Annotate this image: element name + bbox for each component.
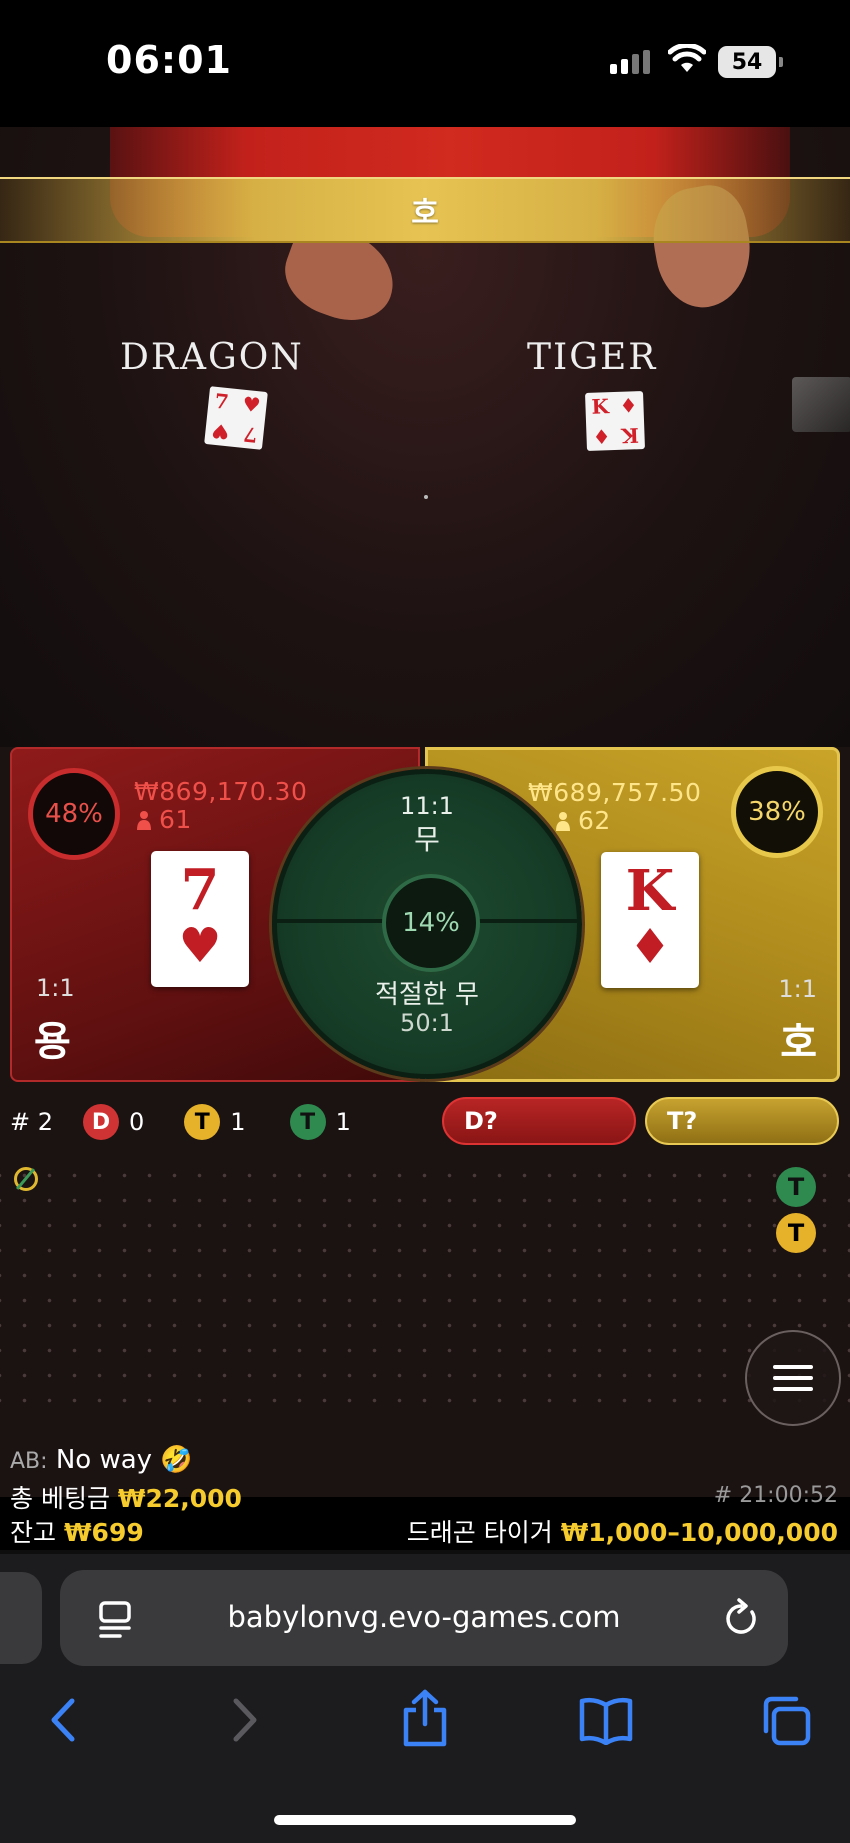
round-stats: # 2 D 0 T 1 T 1 bbox=[10, 1102, 351, 1142]
bookmarks-icon[interactable] bbox=[578, 1695, 634, 1745]
tiger-wins: 1 bbox=[230, 1108, 246, 1136]
browser-separator bbox=[0, 1550, 850, 1554]
tie-badge: T bbox=[289, 1104, 326, 1140]
suited-tie-odds: 50:1 bbox=[400, 1009, 454, 1037]
result-text: 호 bbox=[411, 196, 439, 231]
chat-user: AB: bbox=[10, 1449, 48, 1474]
back-icon[interactable] bbox=[46, 1695, 80, 1745]
dragon-name: 용 bbox=[34, 1019, 71, 1065]
dragon-wins: 0 bbox=[129, 1108, 145, 1136]
tiger-badge: T bbox=[184, 1104, 221, 1140]
chat-text: No way 🤣 bbox=[55, 1445, 193, 1475]
tie-percent: 14% bbox=[382, 874, 480, 972]
tiger-table-label: TIGER bbox=[527, 337, 658, 378]
tiger-name: 호 bbox=[780, 1020, 817, 1066]
total-bet-label: 총 베팅금 bbox=[10, 1484, 110, 1513]
menu-button[interactable] bbox=[745, 1330, 841, 1426]
dragon-card: 7 ♥ bbox=[151, 851, 249, 987]
wifi-icon bbox=[668, 44, 706, 72]
road-toggle-icon[interactable] bbox=[14, 1167, 38, 1191]
dragon-badge: D bbox=[83, 1104, 120, 1140]
home-indicator bbox=[274, 1815, 576, 1825]
bet-limits: ₩1,000–10,000,000 bbox=[560, 1518, 838, 1547]
tie-bet-spot[interactable]: 11:1 무 14% 적절한 무 50:1 bbox=[272, 769, 582, 1079]
person-icon bbox=[137, 811, 151, 830]
tiger-table-card: K ♦ K ♦ bbox=[585, 391, 645, 451]
road-entry-tie: T bbox=[776, 1167, 816, 1207]
status-bar: 06:01 54 bbox=[0, 0, 850, 127]
previous-tab[interactable] bbox=[0, 1572, 42, 1664]
dragon-percent: 48% bbox=[28, 768, 120, 860]
balance-value: ₩699 bbox=[63, 1518, 144, 1547]
table-limits[interactable]: 드래곤 타이거 ₩1,000–10,000,000 bbox=[407, 1513, 838, 1549]
suited-tie-name[interactable]: 적절한 무 bbox=[277, 974, 577, 1011]
game-panel: 48% ₩869,170.30 61 7 ♥ 1:1 용 38% ₩689,75… bbox=[0, 747, 850, 1547]
tiger-card: K ♦ bbox=[601, 852, 699, 988]
round-id: # 21:00:52 bbox=[713, 1483, 838, 1508]
menu-icon-line bbox=[773, 1387, 813, 1391]
card-shoe bbox=[792, 377, 850, 432]
url-text: babylonvg.evo-games.com bbox=[227, 1600, 621, 1634]
dragon-prediction-button[interactable]: D? bbox=[442, 1097, 636, 1145]
dragon-player-count: 61 bbox=[137, 805, 192, 834]
menu-icon-line bbox=[773, 1376, 813, 1380]
total-bet: 총 베팅금 ₩22,000 bbox=[10, 1479, 242, 1515]
balance: 잔고 ₩699 bbox=[10, 1513, 144, 1549]
share-icon[interactable] bbox=[398, 1688, 452, 1748]
result-banner: 호 bbox=[0, 177, 850, 243]
table-dot bbox=[424, 495, 428, 499]
dragon-table-label: DRAGON bbox=[120, 337, 304, 378]
cellular-signal-icon bbox=[610, 50, 650, 74]
dragon-odds: 1:1 bbox=[36, 974, 75, 1002]
road-entry-tiger: T bbox=[776, 1213, 816, 1253]
bead-road bbox=[0, 1157, 850, 1417]
address-bar[interactable]: babylonvg.evo-games.com bbox=[60, 1570, 788, 1666]
tiger-prediction-button[interactable]: T? bbox=[645, 1097, 839, 1145]
tiger-percent: 38% bbox=[731, 766, 823, 858]
tiger-odds: 1:1 bbox=[778, 975, 817, 1003]
reload-icon[interactable] bbox=[722, 1598, 760, 1638]
round-number: # 2 bbox=[10, 1108, 54, 1136]
tabs-icon[interactable] bbox=[760, 1695, 812, 1747]
clock: 06:01 bbox=[106, 38, 232, 82]
dragon-table-card: 7 ♥ 7 ♥ bbox=[204, 386, 268, 450]
balance-label: 잔고 bbox=[10, 1518, 57, 1547]
forward-icon[interactable] bbox=[228, 1695, 262, 1745]
live-video: 호 DRAGON TIGER 7 ♥ 7 ♥ K ♦ K ♦ bbox=[0, 127, 850, 747]
chat-message: AB: No way 🤣 bbox=[10, 1445, 193, 1475]
table-name: 드래곤 타이거 bbox=[406, 1518, 553, 1547]
tie-wins: 1 bbox=[335, 1108, 351, 1136]
menu-icon-line bbox=[773, 1365, 813, 1369]
tie-odds: 11:1 bbox=[400, 792, 454, 820]
battery-icon: 54 bbox=[718, 46, 783, 78]
tie-name: 무 bbox=[414, 823, 440, 856]
total-bet-value: ₩22,000 bbox=[117, 1484, 242, 1513]
